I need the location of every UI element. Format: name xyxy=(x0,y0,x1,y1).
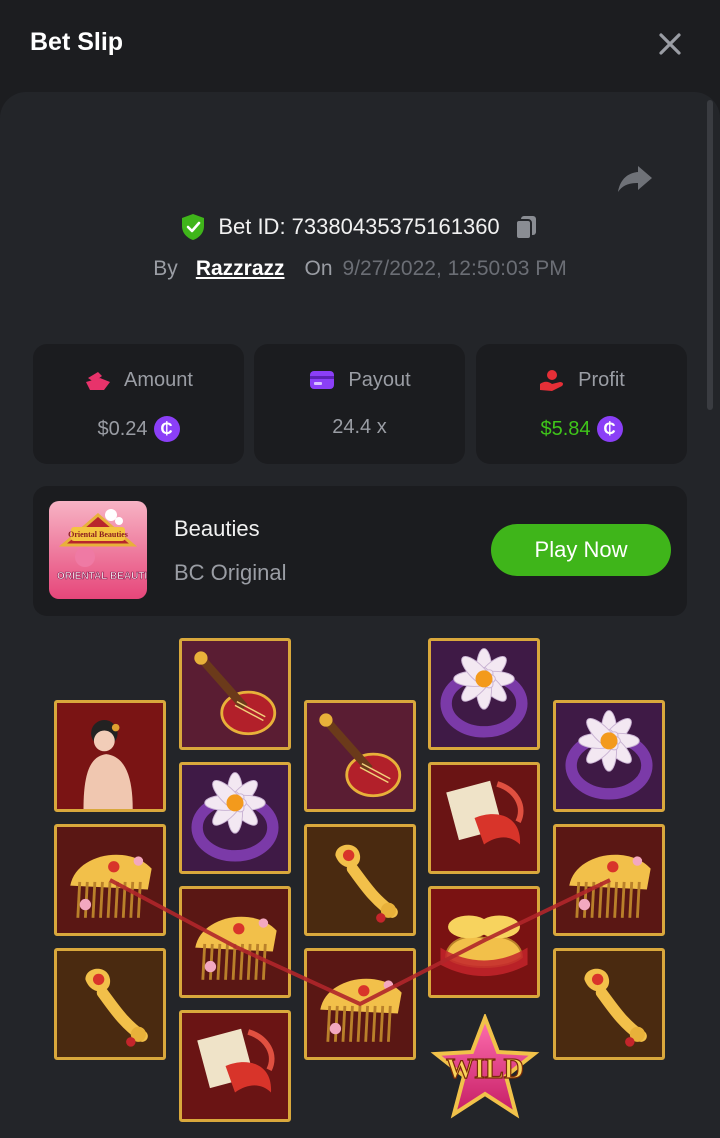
share-icon xyxy=(618,166,652,192)
bet-id-row: Bet ID: 73380435375161360 xyxy=(0,208,720,246)
slot-symbol-lotus-ring xyxy=(179,762,291,874)
amount-value: $0.24 xyxy=(97,417,148,440)
payout-label: Payout xyxy=(348,368,411,391)
page-title: Bet Slip xyxy=(30,28,124,56)
share-button[interactable] xyxy=(614,160,656,196)
profit-card: Profit $5.84 ₵ xyxy=(476,344,687,464)
close-icon xyxy=(659,33,681,55)
profit-hand-icon xyxy=(540,370,564,391)
svg-text:WILD: WILD xyxy=(446,1054,524,1085)
svg-text:Oriental Beauties: Oriental Beauties xyxy=(68,530,128,539)
header: Bet Slip xyxy=(0,0,720,90)
game-thumbnail[interactable]: Oriental Beauties ORIENTAL BEAUTIES xyxy=(49,501,147,599)
slot-symbol-lotus-ring xyxy=(428,638,540,750)
slot-symbol-scepter xyxy=(553,948,665,1060)
svg-text:ORIENTAL BEAUTIES: ORIENTAL BEAUTIES xyxy=(57,571,147,582)
copy-icon[interactable] xyxy=(512,213,540,241)
slot-symbol-koi-fan xyxy=(179,1010,291,1122)
bet-meta-row: By Razzrazz On 9/27/2022, 12:50:03 PM xyxy=(0,252,720,286)
slot-symbol-beauty xyxy=(54,700,166,812)
payout-value: 24.4 x xyxy=(332,416,387,438)
slot-symbol-comb xyxy=(553,824,665,936)
game-card: Oriental Beauties ORIENTAL BEAUTIES Beau… xyxy=(33,486,687,616)
amount-label: Amount xyxy=(124,368,193,391)
slot-symbol-scepter xyxy=(54,948,166,1060)
username-link[interactable]: Razzrazz xyxy=(196,257,285,281)
wild-symbol: WILD xyxy=(430,1014,540,1119)
play-now-button[interactable]: Play Now xyxy=(491,524,671,576)
slot-symbol-koi-fan xyxy=(428,762,540,874)
close-button[interactable] xyxy=(652,26,688,62)
game-provider: BC Original xyxy=(174,560,287,585)
slot-symbol-comb xyxy=(54,824,166,936)
verified-shield-icon xyxy=(182,214,205,240)
bet-date: 9/27/2022, 12:50:03 PM xyxy=(342,257,567,280)
payout-card: Payout 24.4 x xyxy=(254,344,465,464)
wallet-card-icon xyxy=(310,371,335,389)
slot-symbol-lute xyxy=(304,700,416,812)
bet-id: Bet ID: 73380435375161360 xyxy=(218,214,500,239)
profit-value: $5.84 xyxy=(540,417,591,440)
coin-icon: ₵ xyxy=(153,416,180,442)
slot-symbol-lute xyxy=(179,638,291,750)
slot-symbol-gold-ingots xyxy=(428,886,540,998)
game-name: Beauties xyxy=(174,516,260,541)
slot-symbol-comb xyxy=(304,948,416,1060)
coin-icon: ₵ xyxy=(596,416,623,442)
profit-label: Profit xyxy=(578,368,625,391)
amount-card: Amount $0.24 ₵ xyxy=(33,344,244,464)
slot-symbol-lotus-ring xyxy=(553,700,665,812)
slot-symbol-scepter xyxy=(304,824,416,936)
by-label: By xyxy=(153,257,178,280)
slot-symbol-comb xyxy=(179,886,291,998)
amount-icon xyxy=(86,372,111,390)
on-label: On xyxy=(304,257,333,280)
